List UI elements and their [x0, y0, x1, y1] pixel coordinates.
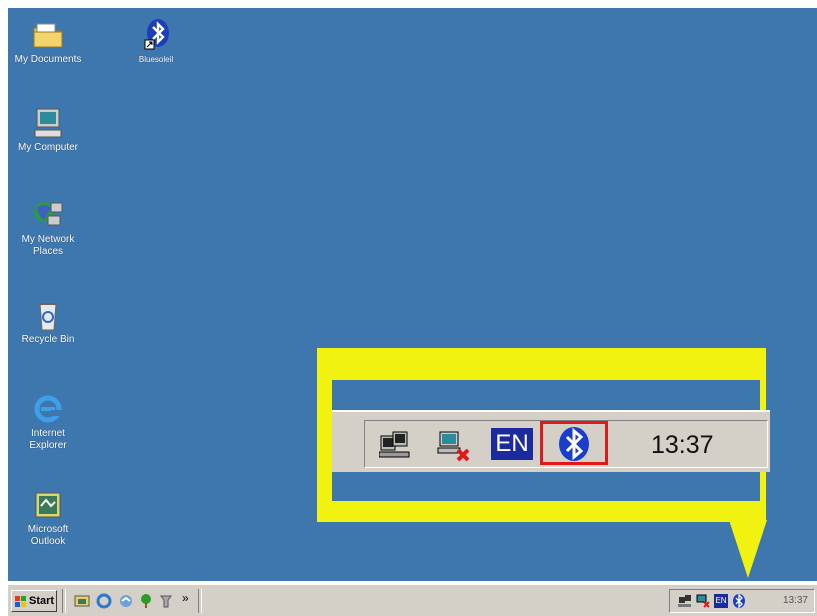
bluetooth-highlight-box [540, 421, 608, 465]
desktop-icon-label: My Network Places [21, 234, 75, 257]
quick-launch-overflow-button[interactable]: » [182, 591, 198, 607]
desktop-icon-label: My Documents [14, 54, 82, 65]
tray-zoom-callout: EN 13:37 [317, 348, 770, 522]
ie-icon [31, 392, 65, 426]
microsoft-outlook-shortcut[interactable]: Microsoft Outlook [8, 488, 93, 548]
bluetooth-icon[interactable] [732, 593, 746, 609]
network-icon[interactable] [678, 594, 692, 608]
bluetooth-icon [139, 18, 173, 52]
my-computer-shortcut[interactable]: My Computer [8, 106, 93, 154]
taskbar: Start » EN 13:37 [8, 583, 817, 616]
desktop-icon-label: Bluesoleil [138, 55, 174, 64]
callout-desktop-area: EN 13:37 [332, 380, 770, 501]
start-button[interactable]: Start [11, 590, 57, 612]
windows-logo-icon [15, 595, 27, 607]
computer-icon [31, 106, 65, 140]
tool-icon[interactable] [158, 593, 174, 609]
language-en-icon[interactable]: EN [714, 594, 728, 608]
desktop-icon-label: Internet Explorer [29, 428, 67, 451]
recycle-bin-icon [31, 298, 65, 332]
taskbar-clock: 13:37 [782, 595, 808, 606]
internet-explorer-shortcut[interactable]: Internet Explorer [8, 392, 93, 452]
desktop-icon-label: Microsoft Outlook [27, 524, 69, 547]
start-label: Start [29, 595, 55, 607]
show-desktop-icon[interactable] [74, 593, 90, 609]
disconnected-network-icon[interactable] [696, 594, 710, 608]
callout-taskbar-strip: EN 13:37 [332, 410, 770, 472]
language-en-icon: EN [491, 428, 533, 460]
ie-icon[interactable] [96, 593, 112, 609]
zoomed-clock: 13:37 [651, 431, 714, 459]
folder-icon [31, 18, 65, 52]
zoomed-system-tray: EN 13:37 [364, 420, 768, 468]
bluesoleil-shortcut[interactable]: Bluesoleil [111, 18, 201, 66]
outlook-express-icon[interactable] [118, 593, 134, 609]
taskbar-separator [62, 589, 66, 613]
callout-pointer [729, 520, 767, 578]
desktop-icon-label: My Computer [17, 142, 78, 153]
desktop-icon-label: Recycle Bin [21, 334, 75, 345]
network-icon [378, 430, 413, 465]
disconnected-network-icon [437, 430, 471, 467]
my-documents-shortcut[interactable]: My Documents [8, 18, 93, 66]
system-tray: EN 13:37 [669, 589, 815, 613]
recycle-bin-shortcut[interactable]: Recycle Bin [8, 298, 93, 346]
network-icon [31, 198, 65, 232]
outlook-icon [31, 488, 65, 522]
taskbar-separator [198, 589, 202, 613]
my-network-places-shortcut[interactable]: My Network Places [8, 198, 93, 258]
tree-icon[interactable] [138, 593, 154, 609]
